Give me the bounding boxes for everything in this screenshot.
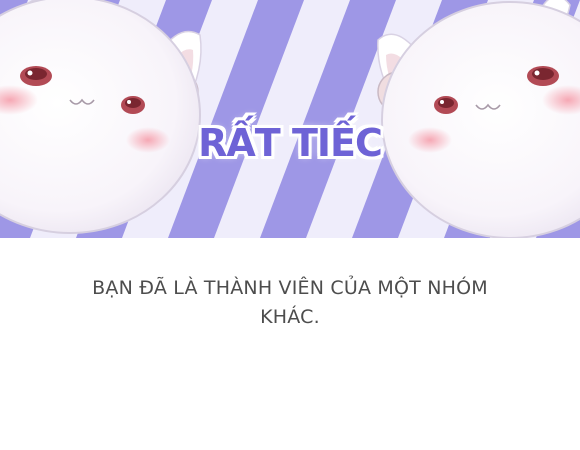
header-banner: RẤT TIẾC — [0, 0, 580, 238]
dialog-title: RẤT TIẾC — [198, 121, 383, 165]
dialog-message: BẠN ĐÃ LÀ THÀNH VIÊN CỦA MỘT NHÓM KHÁC. — [92, 277, 488, 328]
notice-dialog: RẤT TIẾC BẠN ĐÃ LÀ THÀNH VIÊN CỦA MỘT NH… — [0, 0, 580, 450]
